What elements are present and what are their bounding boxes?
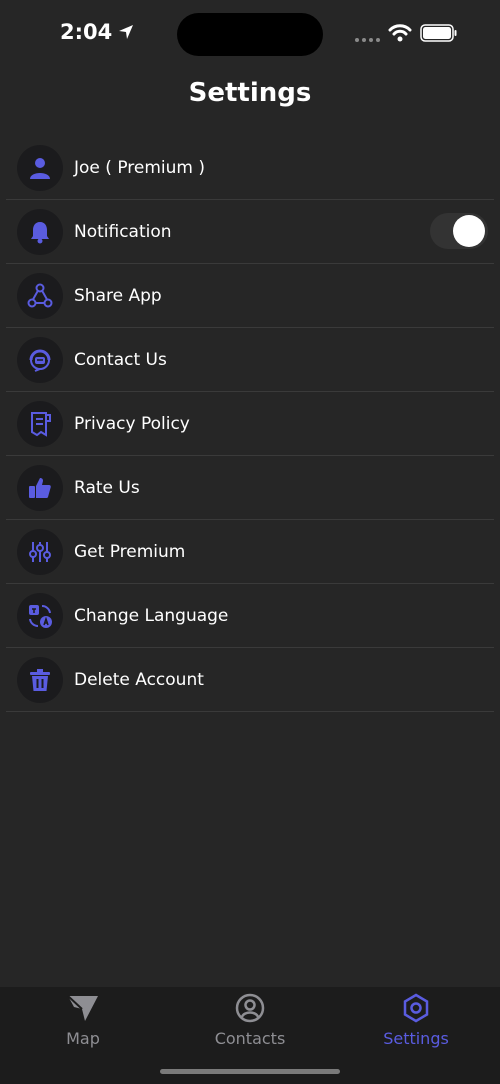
settings-item-label: Get Premium xyxy=(74,541,186,562)
notification-toggle[interactable] xyxy=(430,213,488,249)
sliders-icon xyxy=(17,528,63,575)
settings-item-label: Change Language xyxy=(74,605,229,626)
settings-item-get-premium[interactable]: Get Premium xyxy=(6,520,494,584)
settings-item-label: Share App xyxy=(74,285,162,306)
share-icon xyxy=(17,272,63,319)
tab-label: Map xyxy=(66,1029,100,1048)
status-time-text: 2:04 xyxy=(60,20,113,44)
location-arrow-icon xyxy=(119,25,134,39)
settings-item-privacy-policy[interactable]: Privacy Policy xyxy=(6,392,494,456)
settings-item-label: Rate Us xyxy=(74,477,140,498)
settings-list: Joe ( Premium ) Notification Share App C… xyxy=(6,136,494,712)
dynamic-island xyxy=(177,13,323,56)
bell-icon xyxy=(17,208,63,255)
settings-item-share-app[interactable]: Share App xyxy=(6,264,494,328)
settings-item-notification: Notification xyxy=(6,200,494,264)
settings-item-contact-us[interactable]: Contact Us xyxy=(6,328,494,392)
settings-item-label: Delete Account xyxy=(74,669,204,690)
support-icon xyxy=(17,336,63,383)
settings-item-profile[interactable]: Joe ( Premium ) xyxy=(6,136,494,200)
signal-icon xyxy=(355,38,380,42)
user-icon xyxy=(17,144,63,191)
settings-item-delete-account[interactable]: Delete Account xyxy=(6,648,494,712)
contacts-icon xyxy=(235,993,265,1023)
status-bar: 2:04 xyxy=(0,0,500,68)
status-time: 2:04 xyxy=(60,20,134,44)
toggle-knob xyxy=(453,215,485,247)
tab-label: Settings xyxy=(383,1029,449,1048)
trash-icon xyxy=(17,656,63,703)
settings-item-label: Notification xyxy=(74,221,172,242)
wifi-icon xyxy=(388,24,412,42)
tab-settings[interactable]: Settings xyxy=(346,993,486,1048)
settings-item-label: Joe ( Premium ) xyxy=(74,157,205,178)
settings-item-label: Contact Us xyxy=(74,349,167,370)
settings-item-rate-us[interactable]: Rate Us xyxy=(6,456,494,520)
map-icon xyxy=(67,995,98,1021)
home-indicator xyxy=(160,1069,340,1074)
settings-icon xyxy=(403,993,429,1023)
settings-item-label: Privacy Policy xyxy=(74,413,190,434)
tab-label: Contacts xyxy=(214,1029,286,1048)
tab-contacts[interactable]: Contacts xyxy=(180,993,320,1048)
settings-item-change-language[interactable]: Change Language xyxy=(6,584,494,648)
translate-icon xyxy=(17,592,63,639)
tab-map[interactable]: Map xyxy=(13,993,153,1048)
battery-icon xyxy=(420,24,457,42)
thumbs-up-icon xyxy=(17,464,63,511)
page-title: Settings xyxy=(188,78,312,108)
document-icon xyxy=(17,400,63,447)
